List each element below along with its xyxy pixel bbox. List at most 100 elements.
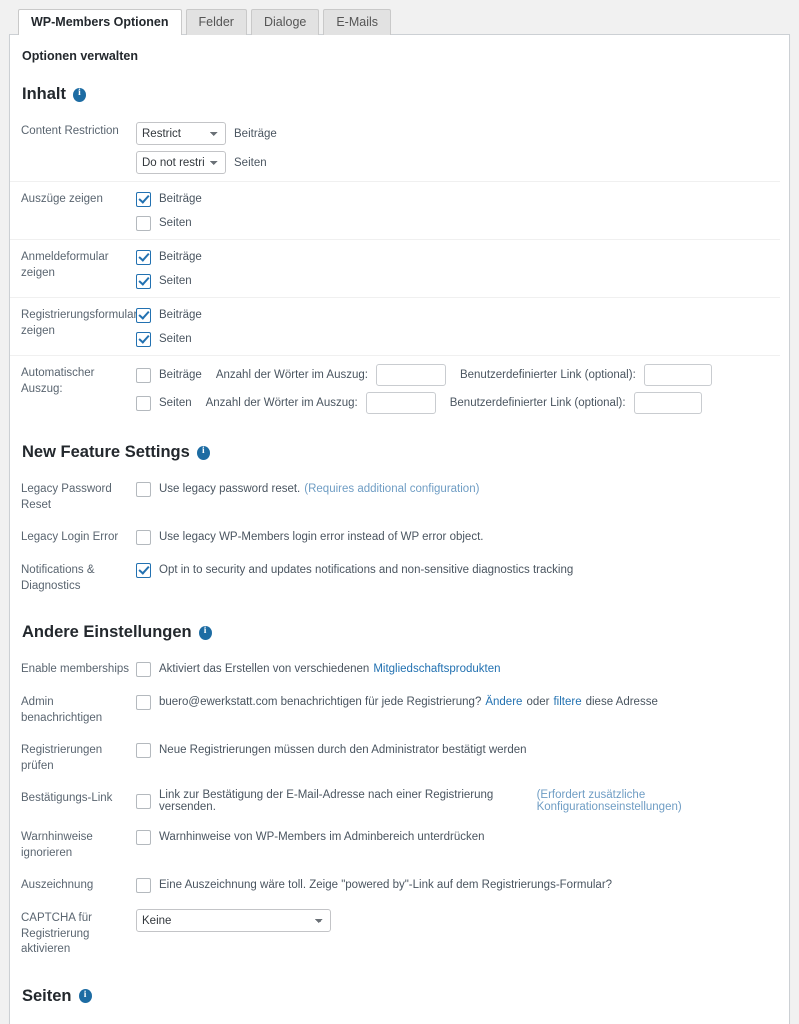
options-panel: Optionen verwalten Inhalt i Content Rest… xyxy=(9,34,790,1024)
notifications-diagnostics-text: Opt in to security and updates notificat… xyxy=(159,564,574,577)
row-label: Registrierungen prüfen xyxy=(21,744,103,772)
section-heading-new-feature-settings: New Feature Settings i xyxy=(22,443,789,462)
info-icon[interactable]: i xyxy=(196,445,210,460)
row-show-login-form: Anmeldeformular zeigen Beiträge Seiten xyxy=(10,239,780,297)
row-captcha: CAPTCHA für Registrierung aktivieren Kei… xyxy=(10,901,780,965)
tab-label: Dialoge xyxy=(263,14,307,29)
checkbox-label: Seiten xyxy=(159,397,192,409)
reg-form-pages-checkbox[interactable] xyxy=(136,331,151,347)
login-form-posts-checkbox[interactable] xyxy=(136,249,151,265)
confirmation-link-checkbox[interactable] xyxy=(136,793,151,809)
notify-admin-checkbox[interactable] xyxy=(136,694,151,710)
confirmation-config-link[interactable]: (Erfordert zusätzliche Konfigurationsein… xyxy=(537,789,780,813)
row-login-page: Anmeldeseite: Seite auswählen Anmeldesei… xyxy=(10,1016,780,1024)
auto-excerpt-posts-words-input[interactable] xyxy=(375,364,446,386)
attribution-text: Eine Auszeichnung wäre toll. Zeige "powe… xyxy=(159,879,613,892)
row-label: Legacy Password Reset xyxy=(21,483,112,511)
checkbox-label: Beiträge xyxy=(159,251,202,263)
wp-members-options-page: WP-Members Optionen Felder Dialoge E-Mai… xyxy=(0,0,799,1024)
moderate-registration-text: Neue Registrierungen müssen durch den Ad… xyxy=(159,744,527,757)
tab-dialoge[interactable]: Dialoge xyxy=(250,8,320,35)
auto-excerpt-posts-checkbox[interactable] xyxy=(136,367,151,383)
legacy-login-error-text: Use legacy WP-Members login error instea… xyxy=(159,531,484,544)
section-title: Inhalt xyxy=(22,85,66,103)
attribution-checkbox[interactable] xyxy=(136,877,151,893)
section-title: Andere Einstellungen xyxy=(22,623,192,642)
auto-excerpt-posts-link-label: Benutzerdefinierter Link (optional): xyxy=(459,369,636,381)
row-content-restriction: Content Restriction Restrict Beiträge Do… xyxy=(10,114,780,181)
panel-title: Optionen verwalten xyxy=(22,49,138,63)
moderate-registration-checkbox[interactable] xyxy=(136,742,151,758)
content-restriction-posts-suffix: Beiträge xyxy=(234,127,277,140)
checkbox-label: Beiträge xyxy=(159,369,202,381)
excerpts-pages-checkbox[interactable] xyxy=(136,215,151,231)
checkbox-label: Beiträge xyxy=(159,193,202,205)
row-notify-admin: Admin benachrichtigen buero@ewerkstatt.c… xyxy=(10,685,780,733)
excerpts-posts-checkbox[interactable] xyxy=(136,191,151,207)
checkbox-label: Seiten xyxy=(159,333,192,345)
legacy-password-reset-text: Use legacy password reset. xyxy=(159,483,301,495)
enable-memberships-checkbox[interactable] xyxy=(136,661,151,677)
captcha-select[interactable]: Keine xyxy=(136,909,331,933)
row-confirmation-link: Bestätigungs-Link Link zur Bestätigung d… xyxy=(10,781,780,820)
legacy-login-error-checkbox[interactable] xyxy=(136,529,151,545)
auto-excerpt-pages-words-input[interactable] xyxy=(365,392,436,414)
checkbox-label: Beiträge xyxy=(159,309,202,321)
legacy-password-reset-checkbox[interactable] xyxy=(136,481,151,497)
row-label: Anmeldeformular zeigen xyxy=(21,251,109,279)
row-label: Notifications & Diagnostics xyxy=(21,564,95,592)
info-icon[interactable]: i xyxy=(78,989,92,1004)
tab-label: E-Mails xyxy=(336,14,379,29)
auto-excerpt-posts-words-label: Anzahl der Wörter im Auszug: xyxy=(215,369,368,381)
content-restriction-pages-suffix: Seiten xyxy=(234,156,267,169)
auto-excerpt-pages-checkbox[interactable] xyxy=(136,395,151,411)
notify-text-suffix: diese Adresse xyxy=(585,696,658,709)
section-heading-andere-einstellungen: Andere Einstellungen i xyxy=(22,623,789,642)
row-label: Admin benachrichtigen xyxy=(21,696,103,724)
section-heading-inhalt: Inhalt i xyxy=(22,85,789,104)
notify-filter-link[interactable]: filtere xyxy=(553,696,581,708)
row-auto-excerpt: Automatischer Auszug: Beiträge Anzahl de… xyxy=(10,355,780,421)
tab-label: Felder xyxy=(198,14,234,29)
row-show-registration-form: Registrierungsformular zeigen Beiträge S… xyxy=(10,297,780,355)
enable-memberships-text: Aktiviert das Erstellen von verschiedene… xyxy=(159,663,370,676)
row-ignore-warnings: Warnhinweise ignorieren Warnhinweise von… xyxy=(10,820,780,868)
notify-change-link[interactable]: Ändere xyxy=(485,696,522,708)
tab-e-mails[interactable]: E-Mails xyxy=(323,8,392,35)
ignore-warnings-text: Warnhinweise von WP-Members im Adminbere… xyxy=(159,831,485,844)
row-label: Registrierungsformular zeigen xyxy=(21,309,138,337)
info-icon[interactable]: i xyxy=(73,87,86,102)
row-label: Automatischer Auszug: xyxy=(21,367,95,395)
row-label: Auszeichnung xyxy=(21,879,94,892)
auto-excerpt-pages-link-input[interactable] xyxy=(633,392,702,414)
confirmation-link-text: Link zur Bestätigung der E-Mail-Adresse … xyxy=(159,789,494,814)
tab-label: WP-Members Optionen xyxy=(31,14,169,29)
section-title: Seiten xyxy=(22,986,72,1005)
memberships-link[interactable]: Mitgliedschaftsprodukten xyxy=(373,663,500,675)
tab-wp-members-optionen[interactable]: WP-Members Optionen xyxy=(18,8,182,35)
checkbox-label: Seiten xyxy=(159,217,192,229)
login-form-pages-checkbox[interactable] xyxy=(136,273,151,289)
section-heading-seiten: Seiten i xyxy=(22,987,789,1006)
row-notifications-diagnostics: Notifications & Diagnostics Opt in to se… xyxy=(10,553,780,601)
row-legacy-login-error: Legacy Login Error Use legacy WP-Members… xyxy=(10,520,780,553)
row-label: Bestätigungs-Link xyxy=(21,792,113,805)
row-show-excerpts: Auszüge zeigen Beiträge Seiten xyxy=(10,181,780,239)
info-icon[interactable]: i xyxy=(198,625,212,640)
row-label: Enable memberships xyxy=(21,663,130,676)
row-label: Warnhinweise ignorieren xyxy=(21,831,93,859)
content-restriction-pages-select[interactable]: Do not restrict xyxy=(136,151,226,174)
row-legacy-password-reset: Legacy Password Reset Use legacy passwor… xyxy=(10,472,780,520)
reg-form-posts-checkbox[interactable] xyxy=(136,307,151,323)
row-enable-memberships: Enable memberships Aktiviert das Erstell… xyxy=(10,652,780,685)
tab-felder[interactable]: Felder xyxy=(185,8,247,35)
row-label: Legacy Login Error xyxy=(21,531,119,544)
content-restriction-posts-select[interactable]: Restrict xyxy=(136,122,226,145)
auto-excerpt-pages-words-label: Anzahl der Wörter im Auszug: xyxy=(205,397,358,409)
notifications-diagnostics-checkbox[interactable] xyxy=(136,562,151,578)
ignore-warnings-checkbox[interactable] xyxy=(136,829,151,845)
notify-admin-text: buero@ewerkstatt.com benachrichtigen für… xyxy=(159,696,482,709)
row-label: Content Restriction xyxy=(21,125,119,137)
legacy-password-reset-link[interactable]: (Requires additional configuration) xyxy=(304,483,479,495)
auto-excerpt-posts-link-input[interactable] xyxy=(643,364,712,386)
